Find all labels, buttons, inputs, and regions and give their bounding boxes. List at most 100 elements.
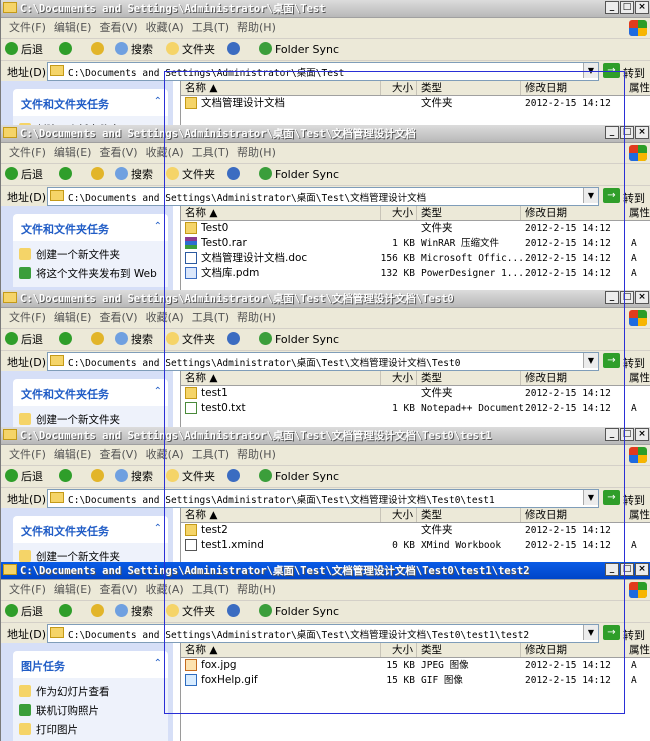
back-button[interactable]: 后退 [5,167,43,182]
menu-item[interactable]: 查看(V) [99,580,137,600]
file-row[interactable]: 文档库.pdm 132 KB PowerDesigner 1... 2012-2-15… [181,266,650,281]
go-button-label[interactable]: 转到 [623,65,645,81]
minimize-button[interactable]: _ [605,126,619,139]
column-modified[interactable]: 修改日期 [521,371,625,385]
column-type[interactable]: 类型 [417,643,521,657]
menu-item[interactable]: 工具(T) [192,308,229,328]
minimize-button[interactable]: _ [605,428,619,441]
menu-item[interactable]: 编辑(E) [54,308,92,328]
column-attributes[interactable]: 属性 [625,206,650,220]
minimize-button[interactable]: _ [605,291,619,304]
minimize-button[interactable]: _ [605,563,619,576]
close-button[interactable]: × [635,428,649,441]
menu-item[interactable]: 工具(T) [192,143,229,163]
go-arrow-icon[interactable]: → [603,490,620,505]
back-button[interactable]: 后退 [5,469,43,484]
folders-button[interactable]: 文件夹 [166,469,215,484]
close-button[interactable]: × [635,126,649,139]
maximize-button[interactable]: □ [620,428,634,441]
folder-sync-button[interactable]: Folder Sync [259,604,339,619]
menu-item[interactable]: 编辑(E) [54,18,92,38]
menu-item[interactable]: 收藏(A) [146,143,184,163]
column-type[interactable]: 类型 [417,508,521,522]
menu-item[interactable]: 工具(T) [192,580,229,600]
folder-sync-button[interactable]: Folder Sync [259,332,339,347]
menu-item[interactable]: 文件(F) [9,18,46,38]
column-name[interactable]: 名称 ▲ [181,508,381,522]
views-button[interactable] [227,469,243,484]
column-modified[interactable]: 修改日期 [521,508,625,522]
file-row[interactable]: test1.xmind 0 KB XMind Workbook 2012-2-15 1… [181,538,650,553]
file-row[interactable]: 文档管理设计文档 文件夹 2012-2-15 14:12 [181,96,650,111]
close-button[interactable]: × [635,1,649,14]
task-panel-header[interactable]: 文件和文件夹任务 ⌃ [13,379,168,406]
forward-button[interactable] [59,42,75,57]
forward-button[interactable] [59,332,75,347]
column-size[interactable]: 大小 [381,643,417,657]
menu-item[interactable]: 查看(V) [99,445,137,465]
task-panel-header[interactable]: 图片任务 ⌃ [13,651,168,678]
address-dropdown-button[interactable]: ▼ [583,625,598,640]
title-bar[interactable]: C:\Documents and Settings\Administrator\… [1,562,650,580]
menu-item[interactable]: 帮助(H) [237,445,276,465]
column-name[interactable]: 名称 ▲ [181,371,381,385]
address-input[interactable]: C:\Documents and Settings\Administrator\… [47,352,599,371]
menu-item[interactable]: 文件(F) [9,445,46,465]
task-item[interactable]: 将这个文件夹发布到 Web [13,264,168,283]
address-dropdown-button[interactable]: ▼ [583,188,598,203]
column-size[interactable]: 大小 [381,81,417,95]
address-dropdown-button[interactable]: ▼ [583,63,598,78]
menu-item[interactable]: 查看(V) [99,308,137,328]
forward-button[interactable] [59,604,75,619]
go-button-label[interactable]: 转到 [623,190,645,206]
folders-button[interactable]: 文件夹 [166,42,215,57]
column-type[interactable]: 类型 [417,371,521,385]
column-attributes[interactable]: 属性 [625,371,650,385]
task-panel-header[interactable]: 文件和文件夹任务 ⌃ [13,214,168,241]
column-type[interactable]: 类型 [417,206,521,220]
maximize-button[interactable]: □ [620,126,634,139]
file-row[interactable]: test2 文件夹 2012-2-15 14:12 [181,523,650,538]
menu-item[interactable]: 帮助(H) [237,308,276,328]
up-button[interactable] [91,469,107,484]
column-size[interactable]: 大小 [381,508,417,522]
menu-item[interactable]: 帮助(H) [237,580,276,600]
task-item[interactable]: 创建一个新文件夹 [13,245,168,264]
search-button[interactable]: 搜索 [115,332,153,347]
title-bar[interactable]: C:\Documents and Settings\Administrator\… [1,427,650,445]
back-button[interactable]: 后退 [5,42,43,57]
folders-button[interactable]: 文件夹 [166,332,215,347]
collapse-chevron-icon[interactable]: ⌃ [154,523,162,534]
file-row[interactable]: test0.txt 1 KB Notepad++ Document 2012-2-15… [181,401,650,416]
search-button[interactable]: 搜索 [115,604,153,619]
file-row[interactable]: foxHelp.gif 15 KB GIF 图像 2012-2-15 14:12 A [181,673,650,688]
column-name[interactable]: 名称 ▲ [181,81,381,95]
folder-sync-button[interactable]: Folder Sync [259,42,339,57]
file-row[interactable]: Test0.rar 1 KB WinRAR 压缩文件 2012-2-15 14:12 A [181,236,650,251]
task-item[interactable]: 打印图片 [13,720,168,739]
column-attributes[interactable]: 属性 [625,81,650,95]
task-item[interactable]: 作为幻灯片查看 [13,682,168,701]
back-button[interactable]: 后退 [5,332,43,347]
up-button[interactable] [91,42,107,57]
go-arrow-icon[interactable]: → [603,188,620,203]
folders-button[interactable]: 文件夹 [166,604,215,619]
collapse-chevron-icon[interactable]: ⌃ [154,658,162,669]
column-type[interactable]: 类型 [417,81,521,95]
collapse-chevron-icon[interactable]: ⌃ [154,386,162,397]
close-button[interactable]: × [635,563,649,576]
menu-item[interactable]: 编辑(E) [54,445,92,465]
column-size[interactable]: 大小 [381,371,417,385]
menu-item[interactable]: 工具(T) [192,445,229,465]
address-input[interactable]: C:\Documents and Settings\Administrator\… [47,624,599,643]
address-dropdown-button[interactable]: ▼ [583,490,598,505]
views-button[interactable] [227,604,243,619]
menu-item[interactable]: 文件(F) [9,308,46,328]
views-button[interactable] [227,332,243,347]
views-button[interactable] [227,42,243,57]
task-panel-header[interactable]: 文件和文件夹任务 ⌃ [13,516,168,543]
collapse-chevron-icon[interactable]: ⌃ [154,221,162,232]
column-modified[interactable]: 修改日期 [521,81,625,95]
menu-item[interactable]: 收藏(A) [146,445,184,465]
column-size[interactable]: 大小 [381,206,417,220]
